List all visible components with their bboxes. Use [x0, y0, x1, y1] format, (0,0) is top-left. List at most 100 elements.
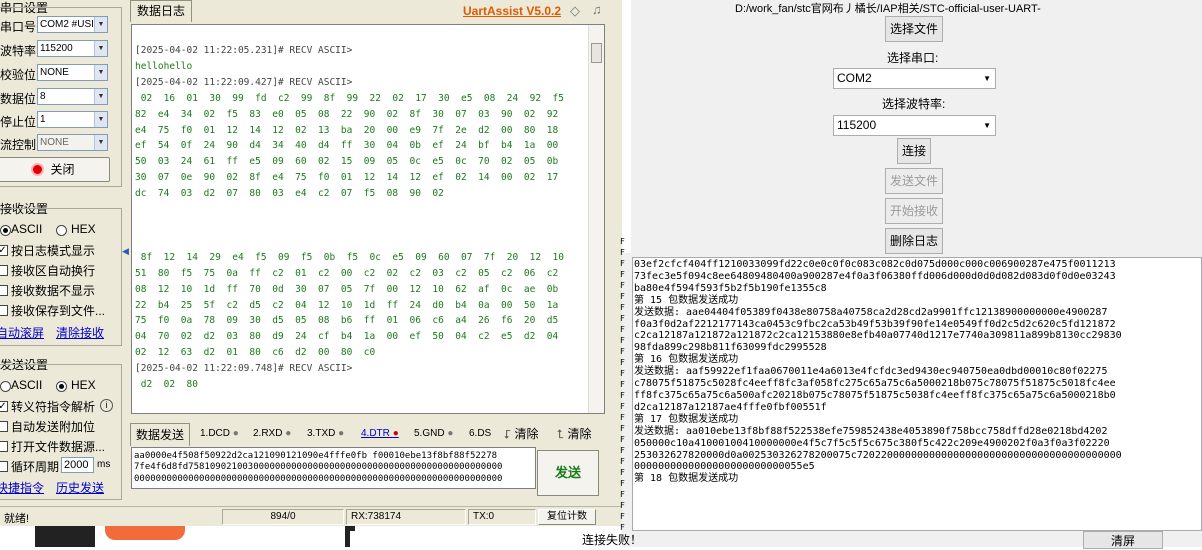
- send-hex-label: HEX: [71, 378, 96, 392]
- tab-data-send[interactable]: 数据发送: [130, 423, 190, 446]
- count-text: 894/0: [222, 509, 344, 525]
- log-data-line: 50 03 24 61 ff e5 09 60 02 15 09 05 0c e…: [135, 156, 559, 168]
- log-data-line: dc 74 03 d2 07 80 03 e4 c2 07 f5 08 90 0…: [135, 188, 444, 200]
- baud-dropdown[interactable]: 115200 ▼: [833, 115, 996, 136]
- chevron-down-icon: ▼: [94, 65, 107, 80]
- pin-dsr[interactable]: 6.DS: [469, 423, 491, 445]
- log-timestamp: [2025-04-02 11:22:09.427]# RECV ASCII>: [135, 76, 353, 88]
- send-hex-radio[interactable]: [56, 381, 67, 392]
- scroll-thumb[interactable]: [591, 43, 602, 63]
- recv-autowrap-checkbox[interactable]: [0, 265, 8, 276]
- port-select[interactable]: COM2 #USI ▼: [37, 16, 108, 33]
- start-recv-button[interactable]: 开始接收: [885, 198, 943, 224]
- auto-append-label: 自动发送附加位: [11, 420, 96, 434]
- baud-select-label: 选择波特率:: [882, 97, 946, 111]
- recv-hide-label: 接收数据不显示: [11, 284, 96, 298]
- status-led-icon: [31, 163, 45, 177]
- send-ascii-label: ASCII: [11, 378, 43, 392]
- log-data-line: d2 02 80: [135, 379, 198, 391]
- status-bar: 就绪! 894/0 RX:738174 TX:0 复位计数: [0, 506, 622, 526]
- pin-txd[interactable]: 3.TXD ●: [307, 423, 344, 445]
- log-data-line: e4 75 f0 01 12 14 12 02 13 ba 20 00 e9 7…: [135, 124, 559, 136]
- send-log[interactable]: 03ef2cfcf404ff1210033099fd22c0e0c0f0c083…: [632, 257, 1202, 531]
- parity-select[interactable]: NONE ▼: [37, 64, 108, 81]
- side-strip: F F F F F F F F F F F F F F F F F F F F …: [620, 237, 625, 531]
- receive-log[interactable]: [2025-04-02 11:22:05.231]# RECV ASCII> he…: [131, 24, 605, 414]
- cycle-checkbox[interactable]: [0, 461, 8, 472]
- chevron-down-icon: ▼: [983, 121, 991, 130]
- reset-count-button[interactable]: 复位计数: [538, 509, 596, 525]
- connect-button[interactable]: 连接: [897, 138, 931, 164]
- log-data-line: 04 70 02 d2 03 80 d9 24 cf b4 1a 00 ef 5…: [135, 331, 559, 343]
- recv-logmode-checkbox[interactable]: ✓: [0, 245, 8, 256]
- recv-savefile-checkbox[interactable]: [0, 305, 8, 316]
- recv-hide-checkbox[interactable]: [0, 285, 8, 296]
- quick-cmd-link[interactable]: 快捷指令: [0, 479, 44, 496]
- dot-icon: ●: [232, 428, 239, 439]
- brand-link[interactable]: UartAssist V5.0.2: [463, 4, 561, 18]
- collapse-arrow-icon[interactable]: ◀: [122, 240, 129, 262]
- port-dropdown[interactable]: COM2 ▼: [833, 68, 996, 89]
- send-button[interactable]: 发送: [537, 450, 599, 496]
- log-data-line: 30 07 0e 90 02 8f e4 75 f0 01 12 14 12 e…: [135, 172, 559, 184]
- rx-count: RX:738174: [346, 509, 466, 525]
- escape-parse-label: 转义符指令解析: [11, 400, 96, 414]
- databits-select[interactable]: 8 ▼: [37, 88, 108, 105]
- dot-icon: ●: [285, 428, 292, 439]
- baud-select[interactable]: 115200 ▼: [37, 40, 108, 57]
- diamond-icon[interactable]: ◇: [570, 3, 580, 19]
- recv-ascii-radio[interactable]: [0, 225, 11, 236]
- pin-dtr[interactable]: 4.DTR ●: [361, 423, 399, 445]
- cycle-unit: ms: [97, 459, 111, 470]
- send-input[interactable]: aa0000e4f508f50922d2ca121090121090e4fffe…: [131, 447, 536, 489]
- log-data-line: 82 e4 34 02 f5 83 e0 05 08 22 90 02 8f 3…: [135, 108, 559, 120]
- clear-send-button[interactable]: ⮦ 清除: [504, 423, 538, 445]
- chevron-down-icon: ▼: [94, 89, 107, 104]
- choose-file-button[interactable]: 选择文件: [885, 16, 943, 42]
- down-arrow-icon: ⮦: [504, 427, 512, 441]
- port-label: 串口号: [0, 20, 37, 34]
- clear-recv-button[interactable]: ⮤ 清除: [557, 423, 591, 445]
- chevron-down-icon: ▼: [94, 41, 107, 56]
- cycle-input[interactable]: 2000: [61, 457, 94, 473]
- recv-ascii-label: ASCII: [11, 222, 43, 236]
- log-data-line: 08 12 10 1d ff 70 0d 30 07 05 7f 00 12 1…: [135, 283, 559, 295]
- recv-hex-label: HEX: [71, 222, 96, 236]
- chevron-down-icon: ▼: [94, 112, 107, 127]
- recv-hex-radio[interactable]: [56, 225, 67, 236]
- ready-text: 就绪!: [4, 513, 30, 525]
- tab-data-log[interactable]: 数据日志: [130, 0, 192, 22]
- pin-dcd[interactable]: 1.DCD ●: [200, 423, 239, 445]
- log-data-line: 51 80 f5 75 0a ff c2 01 c2 00 c2 02 c2 0…: [135, 267, 559, 279]
- send-history-link[interactable]: 历史发送: [56, 479, 104, 496]
- log-timestamp: [2025-04-02 11:22:09.748]# RECV ASCII>: [135, 363, 353, 375]
- pin-gnd[interactable]: 5.GND ●: [414, 423, 453, 445]
- dot-icon: ●: [338, 428, 345, 439]
- delete-log-button[interactable]: 删除日志: [885, 228, 943, 254]
- parity-label: 校验位: [0, 68, 37, 82]
- file-path-text: D:/work_fan/stc官网布丿橘长/IAP相关/STC-official…: [735, 3, 1041, 15]
- stopbits-select[interactable]: 1 ▼: [37, 111, 108, 128]
- chevron-down-icon: ▼: [983, 74, 991, 83]
- auto-append-checkbox[interactable]: [0, 421, 8, 432]
- log-data-line: 02 12 63 d2 01 80 c6 d2 00 80 c0: [135, 347, 376, 359]
- send-ascii-radio[interactable]: [0, 381, 11, 392]
- log-data-line: ef 54 0f 24 90 d4 34 40 d4 ff 30 04 0b e…: [135, 140, 559, 152]
- escape-parse-checkbox[interactable]: ✓: [0, 401, 8, 412]
- info-icon[interactable]: i: [100, 399, 113, 412]
- send-file-button[interactable]: 发送文件: [885, 168, 943, 194]
- bell-icon[interactable]: ♫: [592, 2, 602, 17]
- vertical-scrollbar[interactable]: [588, 25, 604, 413]
- close-port-button[interactable]: 关闭: [0, 157, 110, 182]
- uartassist-window: 串口设置 串口号 COM2 #USI ▼ 波特率 115200 ▼ 校验位 NONE…: [0, 0, 622, 547]
- pin-rxd[interactable]: 2.RXD ●: [253, 423, 291, 445]
- flow-select[interactable]: NONE ▼: [37, 134, 108, 151]
- databits-label: 数据位: [0, 92, 37, 106]
- auto-scroll-link[interactable]: 自动滚屏: [0, 324, 44, 341]
- recv-autowrap-label: 接收区自动换行: [11, 264, 96, 278]
- clear-recv-link[interactable]: 清除接收: [56, 324, 104, 341]
- clear-screen-button[interactable]: 清屏: [1083, 531, 1163, 549]
- dot-icon: ●: [447, 428, 454, 439]
- file-source-checkbox[interactable]: [0, 441, 8, 452]
- log-data-line: 22 b4 25 5f c2 d5 c2 04 12 10 1d ff 24 d…: [135, 299, 559, 311]
